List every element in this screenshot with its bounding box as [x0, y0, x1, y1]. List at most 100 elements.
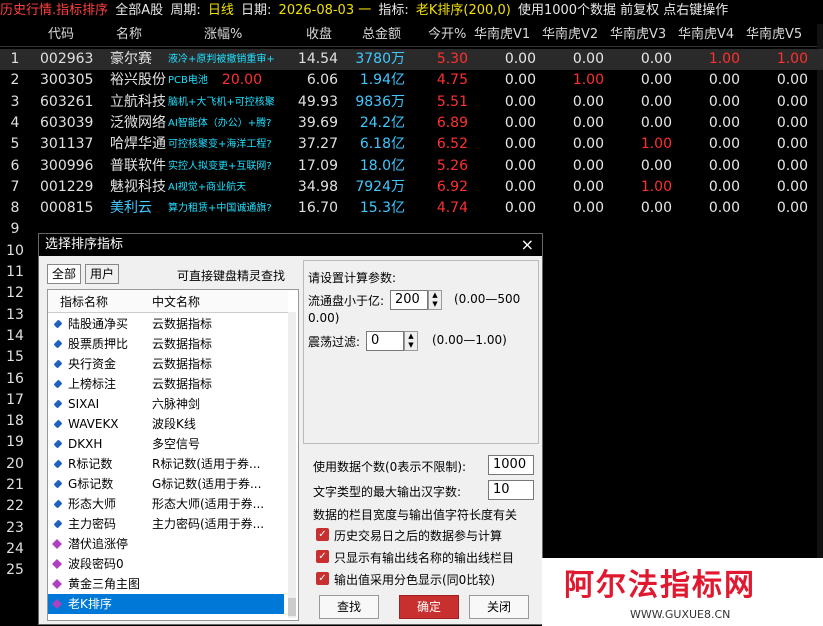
col-v3[interactable]: 华南虎V3 — [610, 24, 666, 46]
list-item[interactable]: 形态大师 形态大师(适用于券... — [48, 494, 284, 514]
col-amount[interactable]: 总金额 — [362, 24, 401, 46]
row-index: 12 — [6, 285, 24, 302]
data-count-input[interactable]: 1000 — [488, 455, 534, 475]
table-row[interactable]: 2 300305 裕兴股份 PCB电池 20.00 6.06 1.94亿 4.75 0.00 1.… — [0, 70, 823, 91]
table-row[interactable]: 5 301137 哈焊华通 可控核聚变+海洋工程? 37.27 6.18亿 6.52 0.00… — [0, 134, 823, 155]
stock-name: 魅视科技 — [110, 178, 166, 195]
indicator-icon — [53, 399, 63, 409]
col-code[interactable]: 代码 — [48, 24, 74, 46]
table-row[interactable]: 6 300996 普联软件 实控人拟变更+互联网? 17.09 18.0亿 5.26 0.00… — [0, 156, 823, 177]
find-button[interactable]: 查找 — [319, 595, 379, 619]
row-index: 15 — [6, 349, 24, 366]
col-open-pct[interactable]: 今开% — [428, 24, 466, 46]
list-item[interactable]: WAVEKX 波段K线 — [48, 414, 284, 434]
total-amount: 18.0亿 — [359, 157, 405, 174]
dialog-titlebar: 选择排序指标 × — [39, 234, 542, 256]
row-index: 14 — [6, 327, 24, 344]
list-item[interactable]: 股票质押比 云数据指标 — [48, 334, 284, 354]
close-price: 17.09 — [297, 157, 338, 174]
list-item[interactable]: G标记数 G标记数(适用于券... — [48, 474, 284, 494]
col-name[interactable]: 名称 — [116, 24, 142, 46]
col-v4[interactable]: 华南虎V4 — [678, 24, 734, 46]
list-scrollbar[interactable] — [288, 312, 296, 618]
param1-range: (0.00—500 — [454, 292, 521, 306]
close-icon[interactable]: × — [521, 234, 534, 256]
list-item[interactable]: SIXAI 六脉神剑 — [48, 394, 284, 414]
list-item[interactable]: 上榜标注 云数据指标 — [48, 374, 284, 394]
row-index: 19 — [6, 434, 24, 451]
total-amount: 15.3亿 — [359, 200, 405, 217]
col-close[interactable]: 收盘 — [306, 24, 332, 46]
list-item[interactable]: 老K排序 — [48, 594, 284, 614]
stock-code: 301137 — [40, 136, 94, 153]
item-cn-name: 云数据指标 — [152, 337, 213, 351]
stock-code: 603261 — [40, 93, 94, 110]
params-panel: 请设置计算参数: 流通盘小于亿: 200 ▲ ▼ (0.00—500 0.00) … — [303, 260, 539, 444]
check2-box[interactable]: ✓ — [316, 550, 329, 563]
max-chars-input[interactable]: 10 — [488, 480, 534, 500]
table-row[interactable]: 7 001229 魅视科技 AI视觉+商业航天 34.98 7924万 6.92 0.00 0.… — [0, 177, 823, 198]
row-index: 25 — [6, 562, 24, 579]
v4-value: 0.00 — [708, 136, 740, 153]
module-title: 历史行情.指标排序 — [0, 3, 109, 18]
date-value[interactable]: 2026-08-03 一 — [279, 3, 372, 18]
check1-box[interactable]: ✓ — [316, 528, 329, 541]
list-item[interactable]: 黄金三角主图 — [48, 574, 284, 594]
close-price: 16.70 — [297, 200, 338, 217]
stock-name: 豪尔赛 — [110, 51, 152, 67]
list-item[interactable]: DKXH 多空信号 — [48, 434, 284, 454]
item-cn-name: 波段K线 — [152, 417, 196, 431]
check3-label: 输出值采用分色显示(同0比较) — [334, 573, 495, 587]
list-col-name[interactable]: 指标名称 — [60, 293, 108, 310]
indicator-icon — [53, 319, 63, 329]
col-v2[interactable]: 华南虎V2 — [542, 24, 598, 46]
market-selector[interactable]: 全部A股 — [115, 3, 163, 18]
list-item[interactable]: 主力密码 主力密码(适用于券... — [48, 514, 284, 534]
indicator-value[interactable]: 老K排序(200,0) — [416, 3, 511, 18]
check3-box[interactable]: ✓ — [316, 572, 329, 585]
row-index: 6 — [10, 157, 20, 174]
table-row[interactable]: 1 002963 豪尔赛 液冷+原判被撤销重审+ 14.54 3780万 5.30 0.00 0… — [0, 49, 823, 70]
tab-user[interactable]: 用户 — [85, 264, 120, 284]
open-pct: 6.89 — [436, 114, 468, 131]
ok-button[interactable]: 确定 — [399, 595, 459, 619]
param2-input[interactable]: 0 — [366, 331, 404, 351]
v5-value: 0.00 — [776, 93, 808, 110]
item-name: 形态大师 — [68, 497, 117, 511]
param1-spinner[interactable]: ▲ ▼ — [428, 290, 442, 310]
table-row[interactable]: 8 000815 美利云 算力租赁+中国诚通旗? 16.70 15.3亿 4.74 0.00 0… — [0, 198, 823, 219]
v4-value: 0.00 — [708, 200, 740, 217]
param1-input[interactable]: 200 — [390, 290, 428, 310]
v1-value: 0.00 — [504, 157, 536, 174]
v1-value: 0.00 — [504, 114, 536, 131]
row-index: 8 — [10, 200, 20, 217]
list-col-cn[interactable]: 中文名称 — [152, 293, 200, 310]
period-value[interactable]: 日线 — [208, 3, 234, 18]
stock-name: 普联软件 — [110, 157, 166, 174]
col-v5[interactable]: 华南虎V5 — [746, 24, 802, 46]
indicator-icon — [53, 519, 63, 529]
col-change[interactable]: 涨幅% — [204, 24, 242, 46]
v3-value: 0.00 — [640, 157, 672, 174]
watermark-url: WWW.GUXUE8.CN — [630, 608, 731, 621]
list-item[interactable]: 陆股通净买 云数据指标 — [48, 314, 284, 334]
table-row[interactable]: 4 603039 泛微网络 AI智能体（办公）+腾? 39.69 24.2亿 6.89 0.0… — [0, 113, 823, 134]
list-item[interactable]: R标记数 R标记数(适用于券... — [48, 454, 284, 474]
list-item[interactable]: 潜伏追涨停 — [48, 534, 284, 554]
list-item[interactable]: 波段密码0 — [48, 554, 284, 574]
open-pct: 6.52 — [436, 136, 468, 153]
total-amount: 1.94亿 — [359, 72, 405, 89]
item-name: 老K排序 — [68, 597, 112, 611]
list-item[interactable]: 央行资金 云数据指标 — [48, 354, 284, 374]
indicator-list[interactable]: 指标名称 中文名称 陆股通净买 云数据指标 股票质押比 云数据指标 央行资金 云数据指标上… — [47, 289, 299, 621]
close-button[interactable]: 关闭 — [469, 595, 529, 619]
param2-spinner[interactable]: ▲ ▼ — [404, 331, 418, 351]
stock-code: 300305 — [40, 72, 94, 89]
col-v1[interactable]: 华南虎V1 — [474, 24, 530, 46]
tab-all[interactable]: 全部 — [47, 264, 82, 284]
total-amount: 9836万 — [355, 93, 405, 110]
table-row[interactable]: 3 603261 立航科技 脑机+大飞机+可控核聚 49.93 9836万 5.51 0.00… — [0, 92, 823, 113]
title-bar: 历史行情.指标排序 全部A股 周期: 日线 日期: 2026-08-03 一 指… — [0, 0, 823, 22]
v5-value: 1.00 — [776, 51, 808, 67]
list-scroll-thumb[interactable] — [288, 598, 296, 616]
